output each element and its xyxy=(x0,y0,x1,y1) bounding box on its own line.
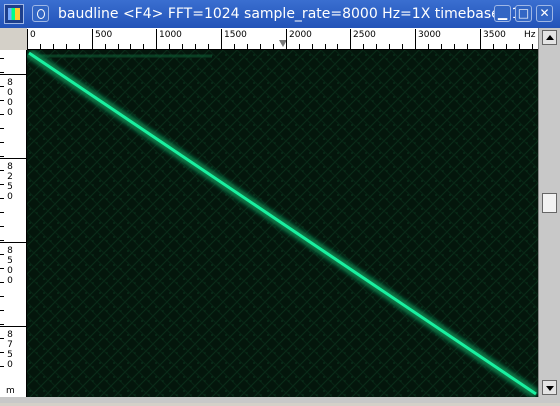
frequency-minor-tick xyxy=(493,44,494,49)
time-major-tick xyxy=(0,158,26,159)
frequency-minor-tick xyxy=(363,44,364,49)
frequency-minor-tick xyxy=(402,44,403,49)
time-minor-tick xyxy=(0,170,4,171)
time-minor-tick xyxy=(0,352,4,353)
scroll-up-icon[interactable] xyxy=(542,30,557,45)
frequency-minor-tick xyxy=(376,44,377,49)
frequency-minor-tick xyxy=(260,44,261,49)
frequency-minor-tick xyxy=(195,44,196,49)
time-minor-tick xyxy=(0,212,4,213)
frequency-major-tick xyxy=(92,29,93,49)
frequency-minor-tick xyxy=(53,44,54,49)
spectrogram-canvas xyxy=(26,48,539,399)
time-minor-tick xyxy=(0,72,4,73)
time-minor-tick xyxy=(0,184,4,185)
time-major-tick xyxy=(0,74,26,75)
time-tick-label: 8000 xyxy=(7,78,13,118)
window-title: baudline <F4> FFT=1024 sample_rate=8000 … xyxy=(58,6,530,22)
frequency-minor-tick xyxy=(169,44,170,49)
frequency-major-tick xyxy=(286,29,287,49)
frequency-minor-tick xyxy=(247,44,248,49)
time-major-tick xyxy=(0,326,26,327)
frequency-minor-tick xyxy=(389,44,390,49)
frequency-minor-tick xyxy=(519,44,520,49)
frequency-major-tick xyxy=(221,29,222,49)
frequency-major-tick xyxy=(415,29,416,49)
frequency-tick-label: 3000 xyxy=(418,30,441,40)
frequency-minor-tick xyxy=(143,44,144,49)
frequency-minor-tick xyxy=(66,44,67,49)
time-minor-tick xyxy=(0,114,4,115)
frequency-ruler[interactable]: Hz 0 500 1000 1500 2000 2500 3000 3500 xyxy=(27,28,538,50)
frequency-minor-tick xyxy=(299,44,300,49)
frequency-unit-label: Hz xyxy=(524,30,536,40)
frequency-minor-tick xyxy=(79,44,80,49)
frequency-major-tick xyxy=(350,29,351,49)
time-minor-tick xyxy=(0,128,4,129)
frequency-minor-tick xyxy=(312,44,313,49)
frequency-minor-tick xyxy=(441,44,442,49)
frequency-minor-tick xyxy=(182,44,183,49)
time-minor-tick xyxy=(0,58,4,59)
time-minor-tick xyxy=(0,156,4,157)
time-tick-label: 8500 xyxy=(7,246,13,286)
window-menu-icon[interactable] xyxy=(32,5,49,22)
scroll-thumb[interactable] xyxy=(542,193,557,213)
minimize-icon[interactable]: ▁ xyxy=(494,5,511,22)
frequency-major-tick xyxy=(156,29,157,49)
scroll-down-icon[interactable] xyxy=(542,380,557,395)
time-unit-label: ms xyxy=(6,386,15,406)
frequency-minor-tick xyxy=(40,44,41,49)
spectrogram-display[interactable] xyxy=(26,48,539,399)
time-minor-tick xyxy=(0,338,4,339)
maximize-icon[interactable]: □ xyxy=(515,5,532,22)
time-minor-tick xyxy=(0,240,4,241)
time-minor-tick xyxy=(0,254,4,255)
frequency-minor-tick xyxy=(467,44,468,49)
frequency-minor-tick xyxy=(428,44,429,49)
title-bar[interactable]: baudline <F4> FFT=1024 sample_rate=8000 … xyxy=(0,0,560,28)
frequency-major-tick xyxy=(480,29,481,49)
time-minor-tick xyxy=(0,100,4,101)
close-icon[interactable]: ✕ xyxy=(536,5,553,22)
time-minor-tick xyxy=(0,282,4,283)
time-minor-tick xyxy=(0,198,4,199)
time-major-tick xyxy=(0,242,26,243)
frequency-minor-tick xyxy=(337,44,338,49)
frequency-tick-label: 2500 xyxy=(353,30,376,40)
frequency-tick-label: 3500 xyxy=(483,30,506,40)
frequency-tick-label: 500 xyxy=(95,30,113,40)
frequency-tick-label: 1000 xyxy=(159,30,182,40)
frequency-minor-tick xyxy=(454,44,455,49)
frequency-tick-label: 2000 xyxy=(289,30,312,40)
time-minor-tick xyxy=(0,324,4,325)
frequency-minor-tick xyxy=(130,44,131,49)
frequency-minor-tick xyxy=(532,44,533,49)
time-tick-label: 8750 xyxy=(7,330,13,370)
time-minor-tick xyxy=(0,86,4,87)
frequency-minor-tick xyxy=(234,44,235,49)
app-icon[interactable] xyxy=(4,4,24,24)
frequency-minor-tick xyxy=(208,44,209,49)
time-minor-tick xyxy=(0,310,4,311)
time-minor-tick xyxy=(0,226,4,227)
frequency-minor-tick xyxy=(325,44,326,49)
time-minor-tick xyxy=(0,296,4,297)
time-minor-tick xyxy=(0,366,4,367)
frequency-minor-tick xyxy=(273,44,274,49)
frequency-minor-tick xyxy=(105,44,106,49)
time-minor-tick xyxy=(0,142,4,143)
time-minor-tick xyxy=(0,268,4,269)
time-tick-label: 8250 xyxy=(7,162,13,202)
frequency-tick-label: 1500 xyxy=(224,30,247,40)
frequency-tick-label: 0 xyxy=(30,30,36,40)
bottom-border xyxy=(0,397,560,403)
frequency-minor-tick xyxy=(506,44,507,49)
frequency-major-tick xyxy=(27,29,28,49)
frequency-minor-tick xyxy=(118,44,119,49)
vertical-scrollbar[interactable] xyxy=(538,28,560,397)
time-ruler[interactable]: ms 8000 8250 8500 8750 xyxy=(0,50,27,406)
